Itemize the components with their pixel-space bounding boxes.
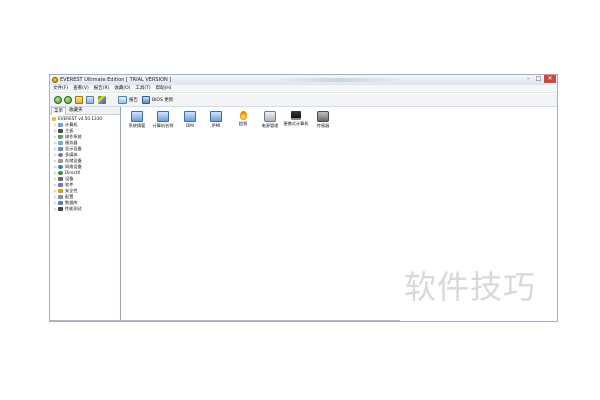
tree-item-label: 性能测试: [65, 206, 82, 211]
menu-tools[interactable]: 工具(T): [135, 85, 150, 92]
back-icon[interactable]: [54, 96, 62, 104]
refresh-icon[interactable]: [86, 96, 94, 104]
speaker-icon: [58, 153, 63, 157]
minimize-button[interactable]: –: [524, 75, 533, 83]
favorites-icon[interactable]: [98, 96, 106, 104]
menu-report[interactable]: 报告(R): [94, 85, 110, 92]
disk-icon: [58, 159, 63, 163]
device-icon: [58, 177, 63, 181]
title-bar[interactable]: EVEREST Ultimate Edition [ TRIAL VERSION…: [50, 75, 557, 85]
item-dmi[interactable]: DMI: [177, 111, 203, 128]
forward-icon[interactable]: [64, 96, 72, 104]
tree-item-label: 安全性: [65, 188, 78, 193]
tree-item-label: 网络设备: [65, 164, 82, 169]
tree-item-label: DirectX: [65, 170, 81, 175]
item-computer-name[interactable]: 计算机名称: [150, 111, 176, 128]
server-icon: [58, 141, 63, 145]
motherboard-icon: [58, 129, 63, 133]
watermark-text: 软件技巧: [404, 268, 537, 306]
tree-item-label: 配置: [65, 194, 74, 199]
item-portable-computer[interactable]: 便携式计算机: [283, 111, 309, 126]
item-label: IPMI: [211, 123, 221, 128]
computer-icon: [131, 111, 143, 122]
tree-item-label: 计算机: [65, 122, 78, 127]
menu-file[interactable]: 文件(F): [53, 85, 68, 92]
sensor-icon: [317, 111, 329, 122]
report-button[interactable]: 报告: [129, 97, 138, 103]
computer-icon: [210, 111, 222, 122]
everest-app-icon: [52, 77, 58, 83]
item-label: 便携式计算机: [283, 121, 309, 126]
software-icon: [58, 183, 63, 187]
tree-item-benchmark[interactable]: ▷ 性能测试: [54, 206, 82, 212]
item-system-summary[interactable]: 系统摘要: [124, 111, 150, 128]
item-sensor[interactable]: 传感器: [310, 111, 336, 128]
tree-item-label: 显示设备: [65, 146, 82, 151]
computer-icon: [157, 111, 169, 122]
close-button[interactable]: ✕: [544, 75, 556, 83]
toolbar: 报告 BIOS 更新: [50, 94, 557, 107]
monitor-icon: [58, 147, 63, 151]
flame-icon: [239, 111, 247, 120]
tree-item-label: 设备: [65, 176, 74, 181]
config-icon: [58, 195, 63, 199]
item-label: 超频: [238, 121, 248, 126]
computer-icon: [58, 123, 63, 127]
shield-icon: [58, 189, 63, 193]
bios-update-icon[interactable]: [142, 96, 150, 104]
navigation-panel: 菜单 收藏夹 EVEREST v4.50.1330 ▷ 计算机 ▷ 主板 ▷ 操作系统…: [50, 107, 121, 321]
power-plug-icon: [264, 111, 276, 122]
item-label: 系统摘要: [128, 123, 146, 128]
tree-item-label: 操作系统: [65, 134, 82, 139]
network-icon: [58, 165, 63, 169]
database-icon: [58, 201, 63, 205]
tree-item-label: 主板: [65, 128, 74, 133]
tree-item-label: 服务器: [65, 140, 78, 145]
item-label: 电源管理: [261, 123, 279, 128]
item-label: 传感器: [316, 123, 330, 128]
blurred-title-area: [280, 78, 400, 82]
item-label: DMI: [185, 123, 195, 128]
windows-icon: [58, 135, 63, 139]
item-overclock[interactable]: 超频: [230, 111, 256, 126]
bios-update-button[interactable]: BIOS 更新: [152, 97, 173, 103]
computer-icon: [184, 111, 196, 122]
item-power-management[interactable]: 电源管理: [257, 111, 283, 128]
tab-favorites[interactable]: 收藏夹: [67, 107, 85, 114]
item-label: 计算机名称: [152, 123, 174, 128]
maximize-button[interactable]: □: [534, 75, 543, 83]
tree-item-label: 数据库: [65, 200, 78, 205]
directx-icon: [58, 171, 63, 175]
panel-tabs: 菜单 收藏夹: [50, 107, 120, 115]
benchmark-icon: [58, 207, 63, 211]
window-controls: – □ ✕: [524, 75, 556, 83]
divider-line: [49, 320, 400, 321]
tab-menu[interactable]: 菜单: [51, 107, 66, 115]
item-ipmi[interactable]: IPMI: [203, 111, 229, 128]
everest-icon: [52, 117, 56, 121]
report-icon[interactable]: [118, 96, 127, 104]
window-title: EVEREST Ultimate Edition [ TRIAL VERSION…: [60, 77, 172, 83]
up-icon[interactable]: [75, 96, 83, 104]
menu-bar: 文件(F) 查看(V) 报告(R) 收藏(O) 工具(T) 帮助(H): [50, 85, 557, 93]
menu-help[interactable]: 帮助(H): [156, 85, 172, 92]
tree-root-label: EVEREST v4.50.1330: [58, 116, 103, 121]
tree-item-label: 软件: [65, 182, 74, 187]
tree-item-label: 多媒体: [65, 152, 78, 157]
menu-view[interactable]: 查看(V): [73, 85, 89, 92]
laptop-icon: [291, 111, 301, 120]
tree-item-label: 存储设备: [65, 158, 82, 163]
menu-favorites[interactable]: 收藏(O): [114, 85, 130, 92]
